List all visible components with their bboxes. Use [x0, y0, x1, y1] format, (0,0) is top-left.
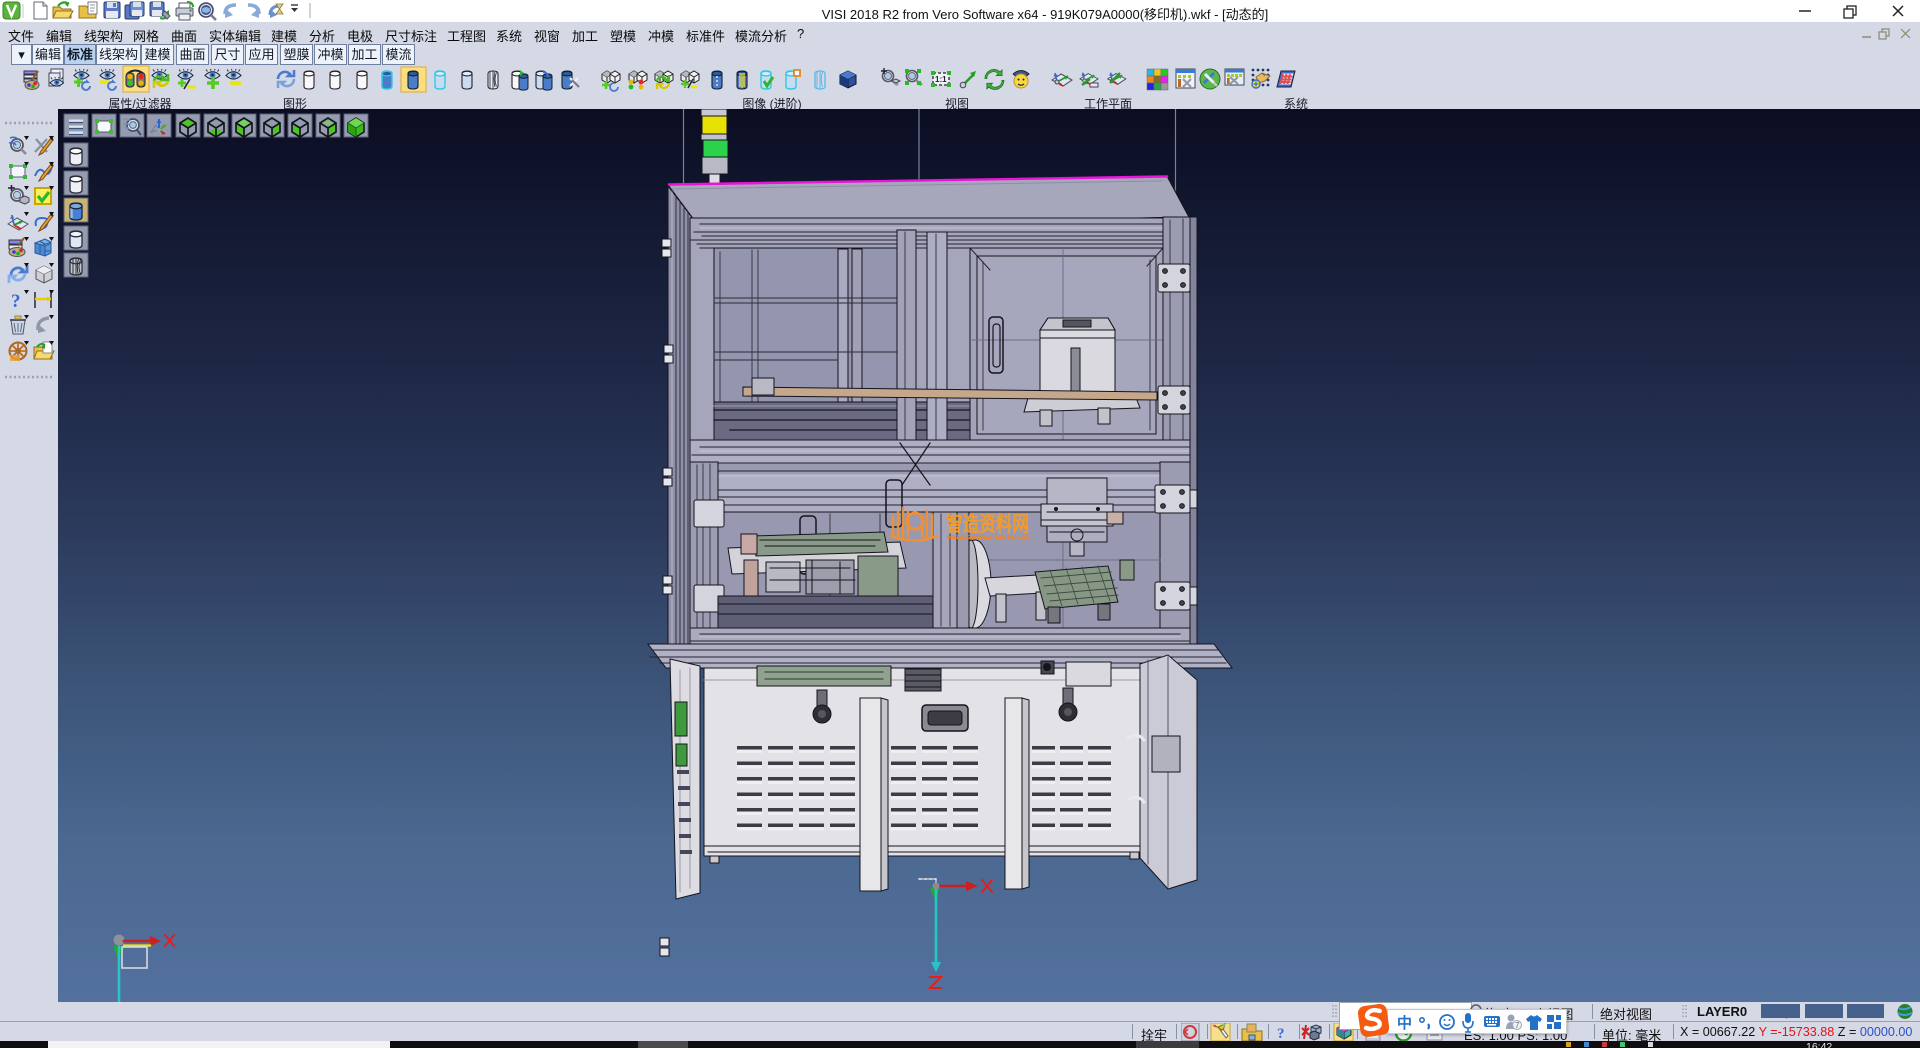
- svg-text:?: ?: [1277, 1026, 1285, 1042]
- svg-text:中: 中: [1397, 1014, 1412, 1032]
- svg-text:INTELLIGENT MANUFACTURING DATA: INTELLIGENT MANUFACTURING DATA: [947, 535, 1029, 541]
- svg-text:1:1: 1:1: [935, 75, 947, 84]
- svg-text:智造资料网: 智造资料网: [946, 512, 1029, 536]
- svg-text:7: 7: [1515, 1021, 1520, 1030]
- svg-text:?: ?: [11, 291, 21, 312]
